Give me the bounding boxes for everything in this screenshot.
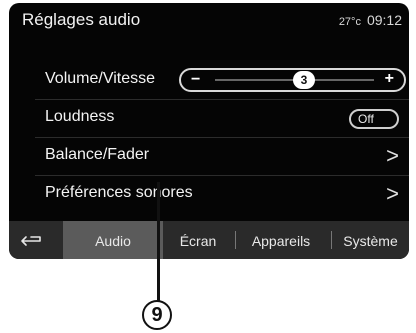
audio-settings-screen: Réglages audio 27°c 09:12 Volume/Vitesse … [9,3,409,259]
tab-systeme[interactable]: Système [332,221,409,259]
volume-value-knob[interactable]: 3 [293,71,315,89]
divider [35,99,409,100]
page-title: Réglages audio [22,10,141,29]
callout-line [157,182,160,310]
clock: 09:12 [366,12,402,28]
row-sound-preferences[interactable]: Préférences sonores > [9,177,409,211]
volume-plus-button[interactable]: + [385,70,394,88]
row-loudness[interactable]: Loudness Off [9,101,409,135]
tab-appareils[interactable]: Appareils [236,221,326,259]
divider [35,175,409,176]
chevron-right-icon: > [386,143,399,168]
volume-speed-slider[interactable]: − 3 + [179,68,406,92]
tab-audio[interactable]: Audio [63,221,163,259]
callout-number-9: 9 [142,300,172,330]
balance-fader-label: Balance/Fader [45,146,150,163]
sound-preferences-label: Préférences sonores [45,184,193,201]
bottom-tab-bar: Audio Écran Appareils Système [9,221,409,259]
row-volume-speed: Volume/Vitesse − 3 + [9,63,409,97]
volume-speed-label: Volume/Vitesse [45,70,155,87]
header-bar: Réglages audio 27°c 09:12 [9,3,409,41]
back-arrow-icon[interactable] [9,221,57,259]
chevron-right-icon: > [386,181,399,206]
temperature: 27°c [338,16,361,28]
loudness-toggle[interactable]: Off [349,109,399,129]
tab-ecran[interactable]: Écran [165,221,231,259]
volume-minus-button[interactable]: − [191,71,200,89]
divider [35,137,409,138]
loudness-toggle-state: Off [358,112,374,126]
loudness-label: Loudness [45,108,115,125]
status-area: 27°c 09:12 [339,12,402,28]
row-balance-fader[interactable]: Balance/Fader > [9,139,409,173]
